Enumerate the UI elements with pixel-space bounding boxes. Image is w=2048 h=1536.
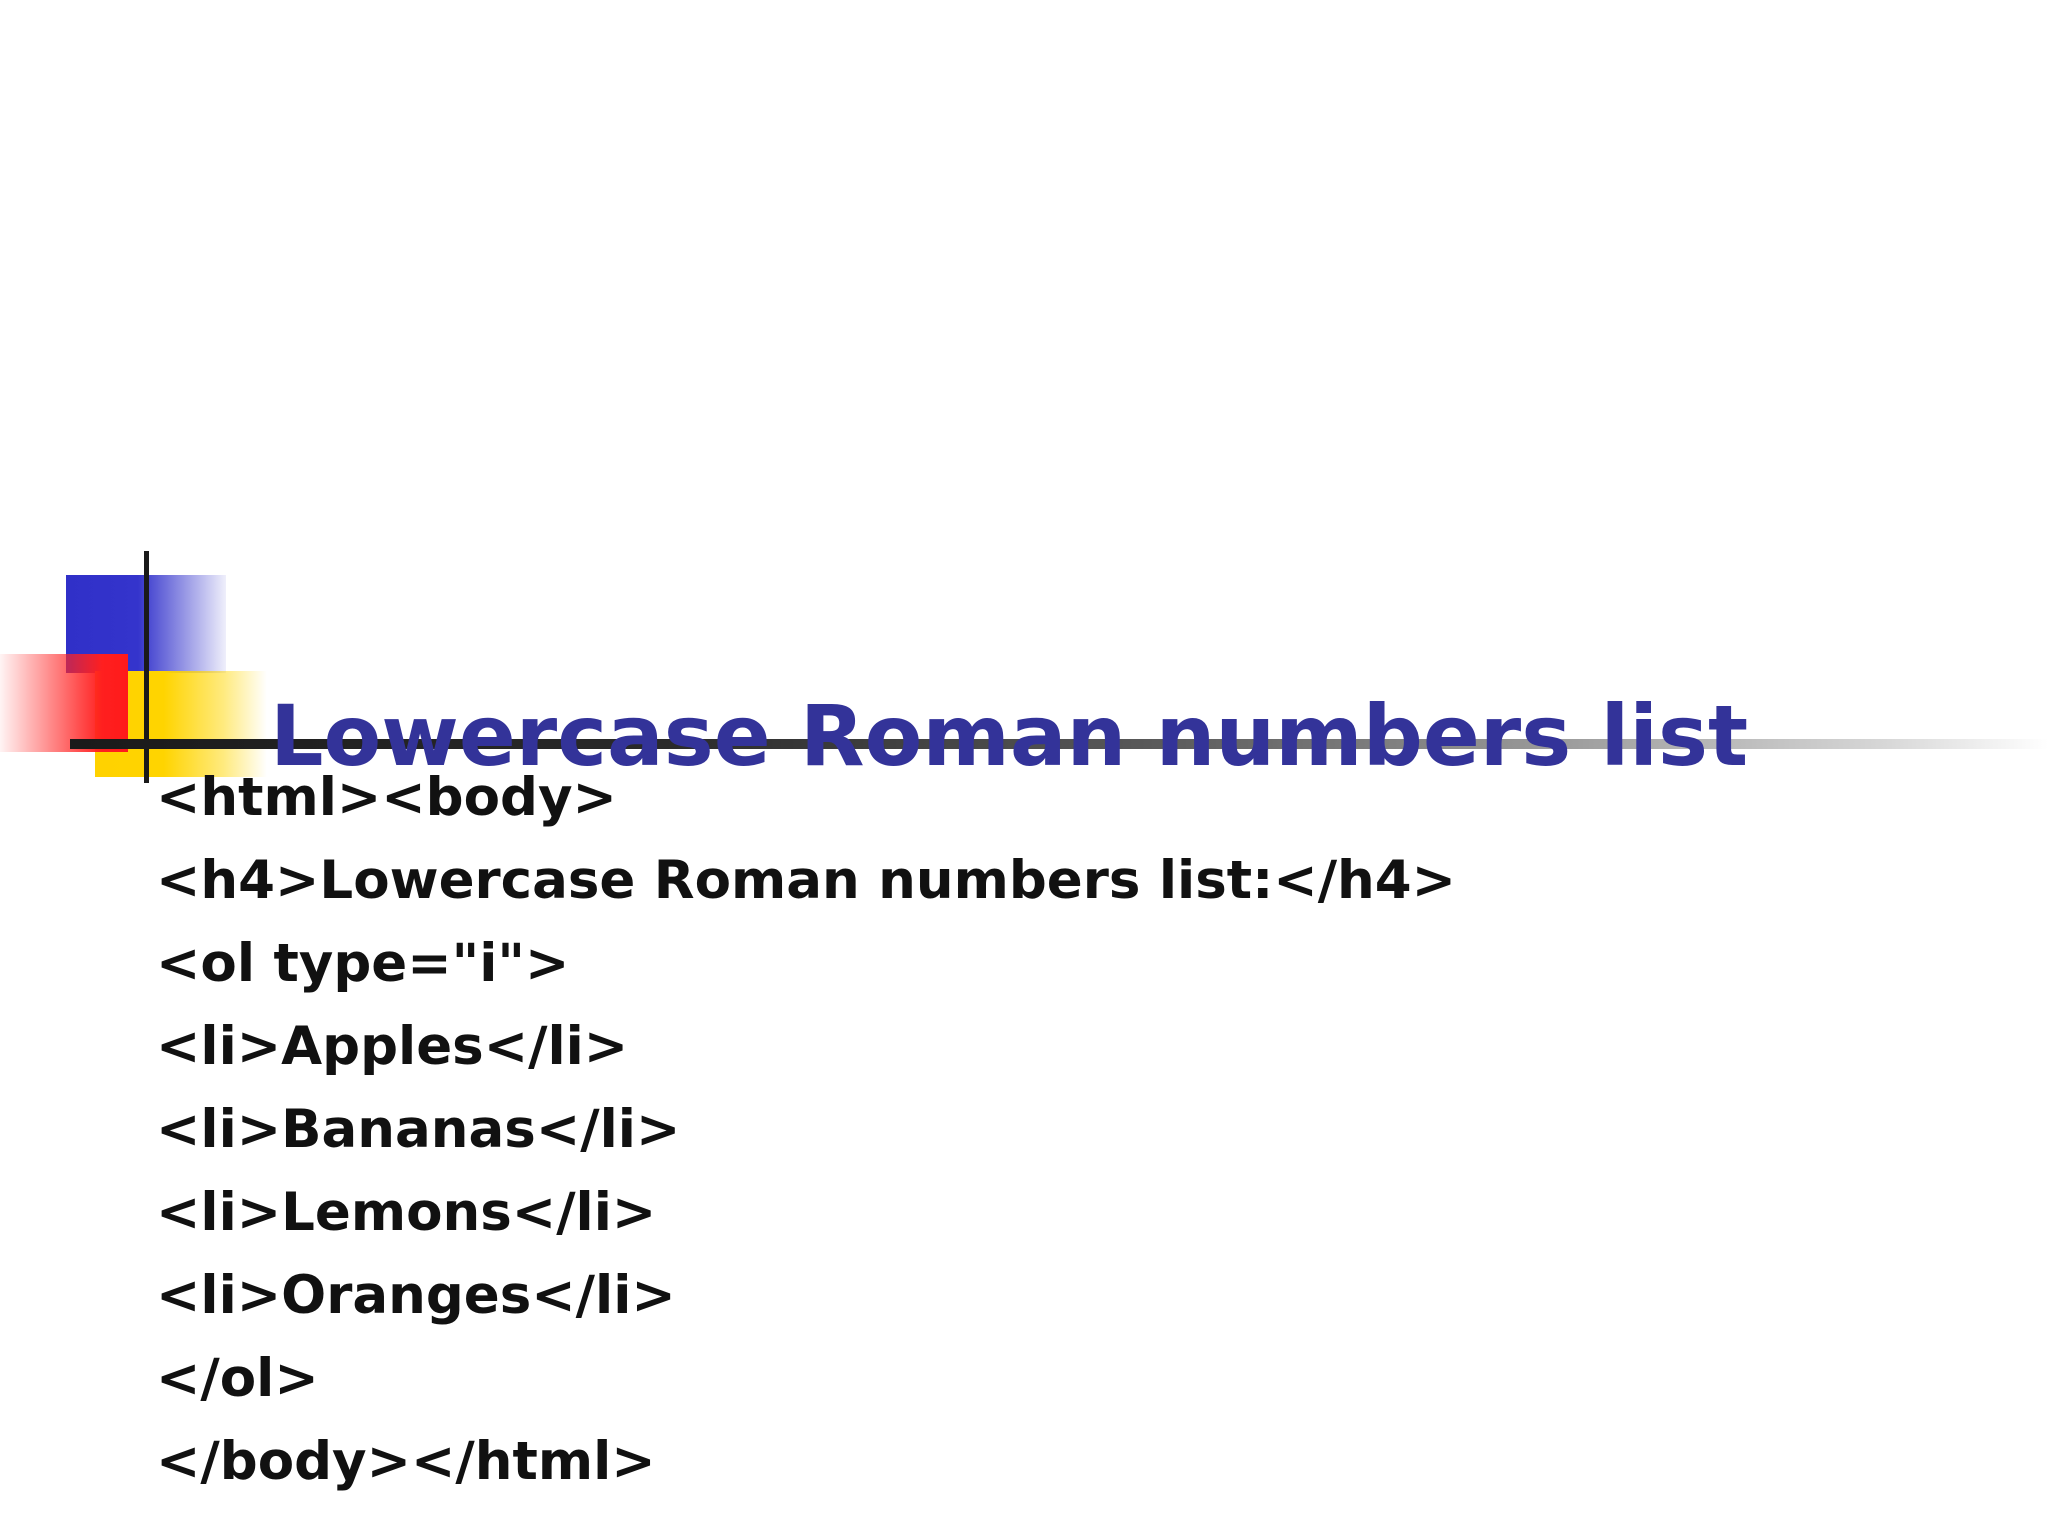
code-line: <li>Apples</li> xyxy=(156,1016,629,1077)
code-line: <li>Lemons</li> xyxy=(156,1182,657,1243)
code-line: </body></html> xyxy=(156,1431,656,1492)
code-line: <li>Oranges</li> xyxy=(156,1265,676,1326)
code-line: <li>Bananas</li> xyxy=(156,1099,681,1160)
code-line: <ol type="i"> xyxy=(156,933,570,994)
code-line: <h4>Lowercase Roman numbers list:</h4> xyxy=(156,850,1457,911)
code-line: </ol> xyxy=(156,1348,319,1409)
decorative-red-square xyxy=(0,654,128,752)
slide: Lowercase Roman numbers list <html><body… xyxy=(0,0,2048,1536)
code-block: <html><body> <h4>Lowercase Roman numbers… xyxy=(156,756,1456,1503)
code-line: <html><body> xyxy=(156,767,617,828)
